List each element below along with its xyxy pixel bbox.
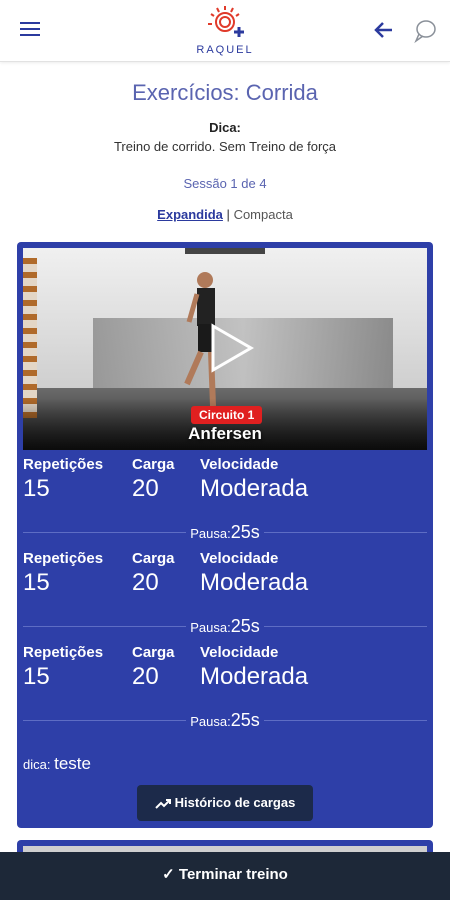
- pause-text: Pausa:25s: [186, 616, 264, 636]
- speed-label: Velocidade: [200, 644, 279, 661]
- tip-text: Treino de corrido. Sem Treino de força: [113, 139, 337, 154]
- speed-column: Velocidade Moderada: [200, 644, 308, 691]
- exercise-name: Anfersen: [188, 424, 262, 443]
- set-row: Repetições 15 Carga 20 Velocidade Modera…: [23, 550, 427, 620]
- hamburger-icon[interactable]: [18, 18, 44, 44]
- reps-column: Repetições 15: [23, 456, 103, 503]
- pause-row: Pausa:25s: [23, 522, 427, 543]
- load-value: 20: [132, 475, 159, 502]
- set-row: Repetições 15 Carga 20 Velocidade Modera…: [23, 644, 427, 714]
- exercise-tip: dica: teste: [23, 754, 91, 774]
- load-label: Carga: [132, 550, 175, 567]
- video-wall-bars: [23, 258, 37, 418]
- circuit-badge: Circuito 1: [191, 406, 263, 424]
- view-expanded-link[interactable]: Expandida: [157, 207, 223, 222]
- reps-label: Repetições: [23, 644, 104, 661]
- load-label: Carga: [132, 456, 175, 473]
- load-column: Carga 20: [132, 550, 175, 597]
- play-icon[interactable]: [201, 320, 257, 376]
- load-column: Carga 20: [132, 456, 175, 503]
- app-screen: RAQUEL Exercícios: Corrida Dica: Treino …: [0, 0, 450, 900]
- pause-value: 25s: [230, 522, 260, 542]
- pause-label: Pausa:: [190, 714, 231, 729]
- reps-label: Repetições: [23, 456, 104, 473]
- speed-value: Moderada: [200, 569, 309, 596]
- pause-text: Pausa:25s: [186, 522, 264, 542]
- chat-bubble-icon[interactable]: [412, 18, 438, 44]
- pause-value: 25s: [230, 616, 260, 636]
- load-history-label: Histórico de cargas: [174, 795, 296, 810]
- video-top-strip: [185, 248, 265, 254]
- reps-column: Repetições 15: [23, 644, 103, 691]
- trending-up-icon: [154, 798, 171, 809]
- speed-label: Velocidade: [200, 456, 279, 473]
- load-value: 20: [132, 663, 159, 690]
- speed-label: Velocidade: [200, 550, 279, 567]
- arrow-left-icon[interactable]: [372, 18, 398, 44]
- reps-label: Repetições: [23, 550, 104, 567]
- page-title: Exercícios: Corrida: [132, 80, 318, 105]
- sun-logo-icon: [208, 6, 244, 37]
- logo-text: RAQUEL: [196, 44, 254, 56]
- top-bar: RAQUEL: [0, 0, 450, 62]
- speed-value: Moderada: [200, 475, 309, 502]
- exercise-video[interactable]: Circuito 1 Anfersen: [23, 248, 427, 450]
- finish-workout-button[interactable]: ✓ Terminar treino: [0, 852, 450, 900]
- view-toggle: Expandida | Compacta: [0, 207, 450, 222]
- exercise-card: Circuito 1 Anfersen Repetições 15 Carga …: [17, 242, 433, 828]
- load-history-button[interactable]: Histórico de cargas: [137, 785, 313, 821]
- pause-value: 25s: [230, 710, 260, 730]
- main-content: Exercícios: Corrida Dica: Treino de corr…: [0, 62, 450, 222]
- view-compact-link[interactable]: Compacta: [234, 207, 293, 222]
- exercise-tip-value: teste: [54, 754, 91, 773]
- load-column: Carga 20: [132, 644, 175, 691]
- pause-label: Pausa:: [190, 526, 231, 541]
- set-row: Repetições 15 Carga 20 Velocidade Modera…: [23, 456, 427, 526]
- reps-value: 15: [23, 663, 50, 690]
- exercise-tip-label: dica:: [23, 757, 51, 772]
- speed-column: Velocidade Moderada: [200, 550, 308, 597]
- reps-value: 15: [23, 569, 50, 596]
- pause-label: Pausa:: [190, 620, 231, 635]
- logo: RAQUEL: [190, 4, 260, 60]
- pause-row: Pausa:25s: [23, 616, 427, 637]
- load-label: Carga: [132, 644, 175, 661]
- speed-column: Velocidade Moderada: [200, 456, 308, 503]
- tip-label: Dica:: [209, 120, 241, 135]
- pause-row: Pausa:25s: [23, 710, 427, 731]
- session-counter: Sessão 1 de 4: [183, 176, 267, 191]
- load-value: 20: [132, 569, 159, 596]
- speed-value: Moderada: [200, 663, 309, 690]
- pause-text: Pausa:25s: [186, 710, 264, 730]
- reps-column: Repetições 15: [23, 550, 103, 597]
- view-separator: |: [226, 207, 230, 222]
- reps-value: 15: [23, 475, 50, 502]
